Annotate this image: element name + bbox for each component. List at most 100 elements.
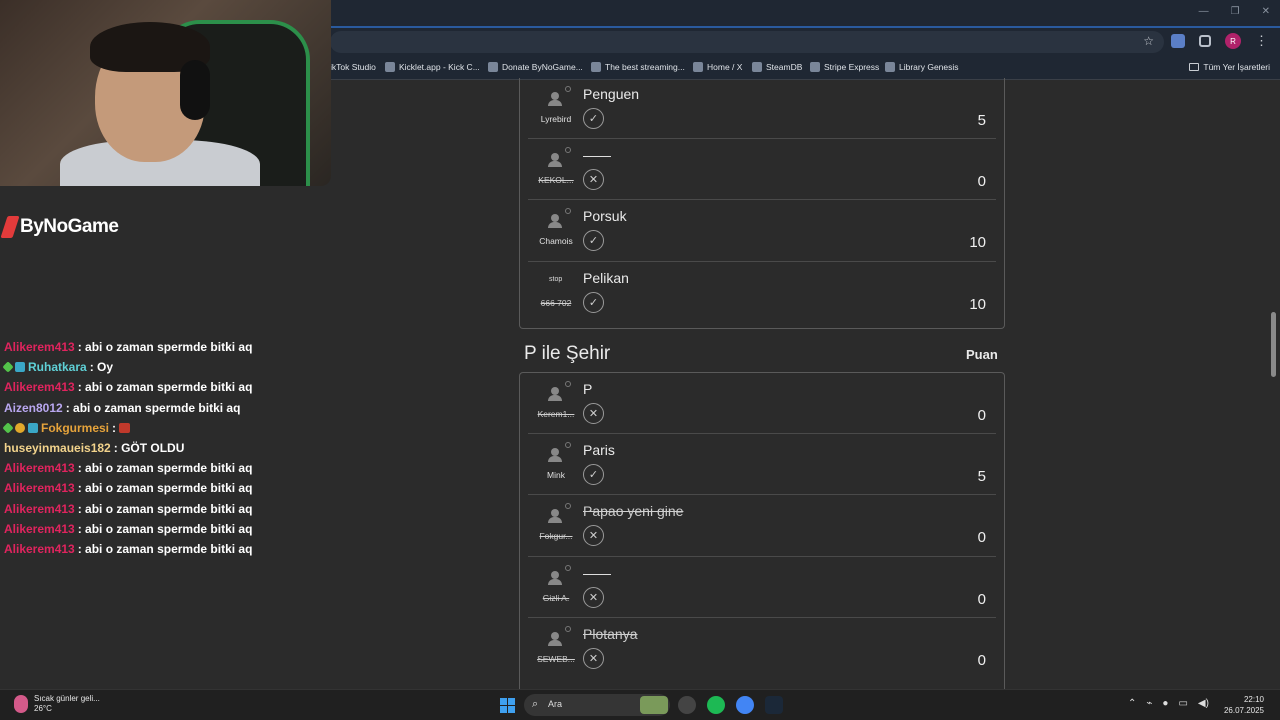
start-button[interactable] (500, 698, 515, 713)
answer-word: Paris (583, 442, 615, 459)
extension-icons: R ⋮ (1171, 33, 1268, 49)
check-icon[interactable]: ✓ (583, 108, 604, 129)
player-name: Fokgur... (539, 531, 573, 542)
stripe-icon (810, 62, 820, 72)
chat-username: Alikerem413 (4, 461, 75, 476)
player-name: Kerem1... (537, 409, 575, 419)
network-icon[interactable]: ⌁ (1146, 698, 1152, 709)
chat-overlay: Alikerem413: abi o zaman spermde bitki a… (2, 337, 324, 559)
bookmark-item[interactable]: Home / X (693, 62, 742, 72)
clock[interactable]: 22:10 26.07.2025 (1224, 694, 1264, 716)
player-name: KEKOL... (538, 175, 574, 186)
page-scrollbar[interactable] (1271, 312, 1276, 377)
chrome-icon[interactable] (736, 696, 754, 714)
volume-icon[interactable]: ◀) (1198, 698, 1209, 709)
chat-text: : abi o zaman spermde bitki aq (77, 521, 253, 536)
chat-username: Alikerem413 (4, 340, 75, 354)
chat-message: Fokgurmesi: (2, 418, 324, 438)
chat-message: Alikerem413: abi o zaman spermde bitki a… (4, 337, 324, 357)
bookmark-item[interactable]: Library Genesis (885, 62, 959, 72)
bookmark-item[interactable]: ikTok Studio (330, 62, 376, 72)
chat-text: : Oy (89, 360, 114, 375)
answer-row: Fokgur... Papao yeni gine ✕ 0 (528, 495, 996, 557)
bookmark-item[interactable]: SteamDB (752, 62, 802, 72)
status-dot-icon (565, 208, 571, 215)
menu-icon[interactable]: ⋮ (1255, 33, 1268, 49)
check-icon[interactable]: ✓ (583, 464, 604, 486)
chat-username: huseyinmaueis182 (4, 440, 111, 455)
score-header: Puan (966, 347, 998, 362)
chat-text: : GÖT OLDU (113, 440, 185, 455)
cross-icon[interactable]: ✕ (583, 525, 604, 547)
green-badge-icon (2, 361, 14, 373)
bookmark-item[interactable]: Stripe Express (810, 62, 879, 72)
bookmark-label: Library Genesis (899, 62, 959, 72)
chat-message: Ruhatkara: Oy (2, 357, 324, 377)
status-dot-icon (565, 625, 571, 632)
chat-text: : abi o zaman spermde bitki aq (77, 461, 253, 476)
clock-date: 26.07.2025 (1223, 706, 1264, 715)
answer-row: KEKOL... —— ✕ 0 (528, 139, 996, 201)
answer-score: 0 (977, 651, 986, 669)
restore-icon[interactable]: ❐ (1231, 6, 1240, 17)
chat-text: : abi o zaman spermde bitki aq (77, 541, 253, 556)
chat-message: Alikerem413: abi o zaman spermde bitki a… (4, 539, 324, 559)
weather-widget[interactable]: Sıcak günler geli... 26°C (14, 694, 100, 714)
check-icon[interactable]: ✓ (583, 230, 604, 252)
status-dot-icon (565, 564, 571, 571)
star-icon[interactable]: ☆ (1143, 34, 1154, 48)
answer-score: 5 (977, 468, 986, 486)
steam-icon[interactable] (765, 696, 783, 714)
check-icon[interactable]: ✓ (583, 291, 604, 313)
weather-text: Sıcak günler geli... (34, 694, 100, 703)
cross-icon[interactable]: ✕ (583, 586, 604, 608)
extensions-icon[interactable] (1199, 35, 1211, 47)
bookmark-label: SteamDB (766, 62, 803, 72)
answer-score: 0 (977, 529, 986, 547)
chat-message: huseyinmaueis182: GÖT OLDU (4, 438, 324, 458)
windows-taskbar: Sıcak günler geli... 26°C ⌕ Ara ⌃ ⌁ ● ▭ … (0, 689, 1280, 720)
emote-icon (119, 422, 131, 433)
bookmark-item[interactable]: The best streaming... (591, 62, 685, 72)
bookmark-item[interactable]: Donate ByNoGame... (488, 62, 583, 72)
widget-app-icon[interactable] (640, 696, 668, 714)
player-name: Lyrebird (540, 114, 572, 124)
answer-row: Gizli A. —— ✕ 0 (528, 557, 996, 618)
cross-icon[interactable]: ✕ (583, 403, 604, 424)
player-name: Mink (547, 470, 565, 481)
chevron-up-icon[interactable]: ⌃ (1128, 698, 1136, 709)
logo-mark-icon (0, 216, 20, 238)
chat-username: Fokgurmesi (41, 420, 110, 435)
cross-icon[interactable]: ✕ (583, 647, 604, 669)
chat-message: Alikerem413: abi o zaman spermde bitki a… (4, 499, 324, 519)
obs-icon[interactable] (678, 696, 696, 714)
chat-text: : abi o zaman spermde bitki aq (77, 481, 253, 496)
gold-badge-icon (15, 422, 25, 433)
answer-row: Kerem1... P ✕ 0 (528, 373, 996, 435)
mic-icon[interactable]: ● (1162, 698, 1168, 709)
chat-message: Alikerem413: abi o zaman spermde bitki a… (4, 377, 324, 397)
spotify-icon[interactable] (707, 696, 725, 714)
all-bookmarks[interactable]: Tüm Yer İşaretleri (1189, 62, 1270, 72)
chat-text: : abi o zaman spermde bitki aq (77, 340, 253, 354)
answer-word: —— (583, 147, 611, 164)
bookmark-item[interactable]: Kicklet.app - Kick C... (385, 62, 480, 72)
display-icon[interactable]: ▭ (1178, 698, 1187, 709)
stop-label: stop (549, 275, 563, 283)
answer-row: Chamois Porsuk ✓ 10 (528, 200, 996, 262)
answer-score: 0 (977, 407, 986, 424)
answer-word: P (583, 381, 593, 397)
omnibox[interactable]: ☆ (330, 31, 1164, 53)
bookmark-label: ikTok Studio (330, 62, 376, 72)
profile-avatar[interactable]: R (1225, 33, 1241, 49)
player-icon (548, 214, 562, 229)
minimize-icon[interactable]: — (1199, 6, 1209, 17)
translate-icon[interactable] (1171, 34, 1185, 48)
answer-score: 5 (977, 112, 986, 129)
chat-username: Alikerem413 (4, 380, 75, 395)
close-icon[interactable]: ✕ (1262, 6, 1270, 17)
cross-icon[interactable]: ✕ (583, 169, 604, 191)
steamdb-icon (752, 62, 762, 72)
weather-icon (14, 695, 28, 713)
answer-score: 10 (969, 295, 986, 313)
